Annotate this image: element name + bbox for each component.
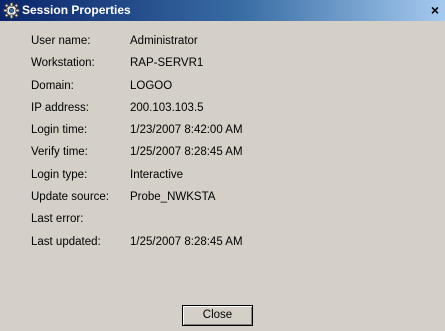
property-label: Login time: bbox=[31, 124, 88, 137]
property-value: 200.103.103.5 bbox=[130, 101, 204, 114]
property-value: RAP-SERVR1 bbox=[130, 57, 204, 70]
property-label: IP address: bbox=[31, 101, 89, 114]
title-bar[interactable]: Session Properties × bbox=[0, 0, 445, 21]
property-value: 1/23/2007 8:42:00 AM bbox=[130, 124, 243, 137]
close-button[interactable]: Close bbox=[182, 305, 253, 326]
dialog-title: Session Properties bbox=[22, 3, 131, 17]
property-label: User name: bbox=[31, 35, 91, 47]
property-label: Login type: bbox=[31, 168, 88, 181]
property-value: LOGOO bbox=[130, 79, 173, 92]
close-icon[interactable]: × bbox=[427, 2, 443, 18]
property-value: Interactive bbox=[130, 168, 184, 181]
property-value: 1/25/2007 8:28:45 AM bbox=[130, 235, 243, 248]
property-label: Workstation: bbox=[31, 57, 95, 70]
property-value: 1/25/2007 8:28:45 AM bbox=[130, 146, 243, 159]
property-label: Last error: bbox=[31, 213, 84, 226]
session-properties-dialog: Session Properties × User name: Administ… bbox=[0, 0, 445, 331]
property-label: Last updated: bbox=[31, 235, 101, 248]
gear-icon bbox=[3, 2, 20, 19]
property-value: Administrator bbox=[130, 35, 198, 47]
property-label: Domain: bbox=[31, 79, 74, 92]
property-label: Update source: bbox=[31, 191, 109, 204]
property-label: Verify time: bbox=[31, 146, 88, 159]
property-value: Probe_NWKSTA bbox=[130, 191, 216, 204]
